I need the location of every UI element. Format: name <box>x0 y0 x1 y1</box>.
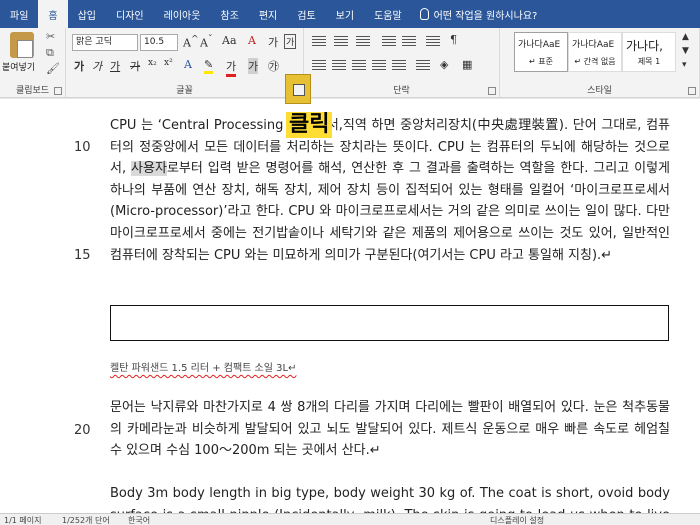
align-right-icon[interactable] <box>352 60 366 71</box>
ribbon: 붙여넣기 ✂ ⧉ 🖌 클립보드 맑은 고딕 10.5 A^ Aˇ Aa A 가 … <box>0 28 700 98</box>
clipboard-launcher-icon[interactable] <box>54 87 62 95</box>
tab-file[interactable]: 파일 <box>0 0 38 28</box>
styles-group-label: 스타일 <box>587 86 612 96</box>
tab-design[interactable]: 디자인 <box>106 0 154 28</box>
align-center-icon[interactable] <box>332 60 346 71</box>
ribbon-tab-bar: 파일 홈 삽입 디자인 레이아웃 참조 편지 검토 보기 도움말 어떤 작업을 … <box>0 0 700 28</box>
decrease-indent-icon[interactable] <box>382 36 396 47</box>
copy-icon[interactable]: ⧉ <box>46 46 54 60</box>
click-annotation: 클릭 <box>286 112 333 138</box>
tell-me-box[interactable]: 어떤 작업을 원하시나요? <box>419 0 538 28</box>
style-heading-1-sample: 가나다, <box>626 39 663 53</box>
style-heading-1[interactable]: 가나다, 제목 1 <box>622 32 676 72</box>
document-area: 10 15 20 CPU 는 ‘Central Processing Ur자로서… <box>0 99 700 513</box>
font-color-icon[interactable]: 가 <box>226 58 237 77</box>
styles-scroll-up-icon[interactable]: ▲ <box>682 32 689 42</box>
paragraph-group: ¶ ◈ ▦ 단락 <box>304 28 500 98</box>
bullets-icon[interactable] <box>312 36 326 47</box>
paste-icon[interactable] <box>10 32 34 58</box>
highlight-icon[interactable]: ✎ <box>204 58 214 74</box>
tab-references[interactable]: 참조 <box>210 0 248 28</box>
text-effects-icon[interactable]: A <box>184 58 192 71</box>
font-size-select[interactable]: 10.5 <box>140 34 178 51</box>
sort-icon[interactable] <box>426 36 440 47</box>
line-number: 10 <box>74 140 91 155</box>
paragraph-english[interactable]: Body 3m body length in big type, body we… <box>110 483 670 513</box>
bold-icon[interactable]: 가 <box>74 58 84 74</box>
lightbulb-icon <box>419 8 429 20</box>
borders-icon[interactable]: ▦ <box>462 58 472 71</box>
line-number: 15 <box>74 248 91 263</box>
paragraph-octopus[interactable]: 문어는 낙지류와 마찬가지로 4 쌍 8개의 다리를 가지며 다리에는 빨판이 … <box>110 397 670 462</box>
distribute-icon[interactable] <box>392 60 406 71</box>
paragraph-cpu-text-a: CPU 는 ‘Central Processing Ur <box>110 118 303 133</box>
numbering-icon[interactable] <box>334 36 348 47</box>
status-bar: 1/1 페이지 1/252개 단어 한국어 디스플레이 설정 <box>0 513 700 525</box>
enclose-characters-icon[interactable]: ㉮ <box>268 58 279 74</box>
increase-indent-icon[interactable] <box>402 36 416 47</box>
superscript-icon[interactable]: x² <box>164 58 173 68</box>
caption-line[interactable]: 켈탄 파워샌드 1.5 리터 + 컴팩트 소일 3L↵ <box>110 359 296 374</box>
font-group-label: 글꼴 <box>176 86 193 96</box>
paragraph-cpu[interactable]: CPU 는 ‘Central Processing Ur자로서,직역 하면 중앙… <box>110 115 670 266</box>
line-number: 20 <box>74 423 91 438</box>
style-normal-name: ↵ 표준 <box>529 57 553 66</box>
status-language[interactable]: 한국어 <box>128 515 150 525</box>
line-spacing-icon[interactable] <box>416 60 430 71</box>
style-no-spacing[interactable]: 가나다AaE ↵ 간격 없음 <box>568 32 622 72</box>
paragraph-cpu-text-c: 로부터 입력 받은 명령어를 해석, 연산한 후 그 결과를 출력하는 역할을 … <box>110 161 671 263</box>
show-marks-icon[interactable]: ¶ <box>450 33 457 46</box>
style-normal-sample: 가나다AaE <box>518 40 561 50</box>
styles-more-icon[interactable]: ▾ <box>682 60 687 70</box>
tab-review[interactable]: 검토 <box>287 0 325 28</box>
justify-icon[interactable] <box>372 60 386 71</box>
style-normal[interactable]: 가나다AaE ↵ 표준 <box>514 32 568 72</box>
empty-text-box[interactable] <box>110 305 669 341</box>
paste-button-label[interactable]: 붙여넣기 <box>2 60 35 73</box>
styles-group: 가나다AaE ↵ 표준 가나다AaE ↵ 간격 없음 가나다, 제목 1 ▲ ▼… <box>500 28 700 98</box>
selected-text[interactable]: 사용자 <box>131 161 167 177</box>
styles-scroll-down-icon[interactable]: ▼ <box>682 46 689 56</box>
character-border-icon[interactable]: 가 <box>284 34 297 49</box>
tab-mailings[interactable]: 편지 <box>249 0 287 28</box>
shading-icon[interactable]: ◈ <box>440 58 448 71</box>
highlighted-launcher-icon[interactable] <box>285 74 311 104</box>
tab-insert[interactable]: 삽입 <box>68 0 106 28</box>
font-group: 맑은 고딕 10.5 A^ Aˇ Aa A 가 가 가 가 가 가 x₂ x² … <box>66 28 304 98</box>
paragraph-group-label: 단락 <box>393 86 410 96</box>
subscript-icon[interactable]: x₂ <box>148 58 157 68</box>
tab-layout[interactable]: 레이아웃 <box>154 0 211 28</box>
align-left-icon[interactable] <box>312 60 326 71</box>
italic-icon[interactable]: 가 <box>92 58 102 74</box>
style-heading-1-name: 제목 1 <box>637 57 661 66</box>
strikethrough-icon[interactable]: 가 <box>130 58 140 74</box>
paragraph-launcher-icon[interactable] <box>488 87 496 95</box>
status-words[interactable]: 1/252개 단어 <box>62 515 110 525</box>
tell-me-text: 어떤 작업을 원하시나요? <box>433 10 538 22</box>
clipboard-group: 붙여넣기 ✂ ⧉ 🖌 클립보드 <box>0 28 66 98</box>
underline-icon[interactable]: 가 <box>110 58 120 74</box>
document-page[interactable]: 10 15 20 CPU 는 ‘Central Processing Ur자로서… <box>0 99 700 513</box>
clear-format-icon[interactable]: A <box>248 34 256 47</box>
format-painter-icon[interactable]: 🖌 <box>46 62 60 75</box>
shrink-font-icon[interactable]: Aˇ <box>200 34 213 50</box>
change-case-icon[interactable]: Aa <box>222 34 237 47</box>
styles-launcher-icon[interactable] <box>688 87 696 95</box>
tab-view[interactable]: 보기 <box>326 0 364 28</box>
font-name-select[interactable]: 맑은 고딕 <box>72 34 138 51</box>
cut-icon[interactable]: ✂ <box>46 30 55 43</box>
character-shading-icon[interactable]: 가 <box>248 58 259 74</box>
status-display-settings[interactable]: 디스플레이 설정 <box>490 515 544 525</box>
multilevel-list-icon[interactable] <box>356 36 370 47</box>
status-page[interactable]: 1/1 페이지 <box>4 515 42 525</box>
style-no-spacing-name: ↵ 간격 없음 <box>574 57 616 66</box>
style-no-spacing-sample: 가나다AaE <box>572 40 615 50</box>
tab-help[interactable]: 도움말 <box>364 0 412 28</box>
phonetic-guide-icon[interactable]: 가 <box>268 34 278 50</box>
grow-font-icon[interactable]: A^ <box>183 34 199 50</box>
tab-home[interactable]: 홈 <box>38 0 68 28</box>
